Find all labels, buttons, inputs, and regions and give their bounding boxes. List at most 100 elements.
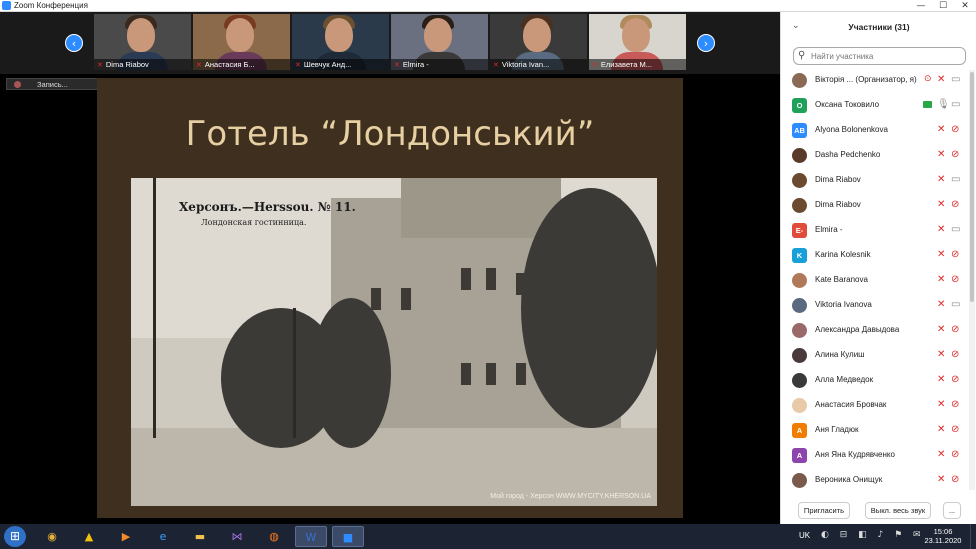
zoom-icon[interactable]: ■ bbox=[332, 526, 364, 547]
mic-muted-icon[interactable]: ✕ bbox=[937, 449, 945, 460]
chrome-icon[interactable]: ◉ bbox=[36, 526, 68, 547]
search-input[interactable] bbox=[811, 50, 961, 62]
invite-button[interactable]: Пригласить bbox=[798, 502, 850, 519]
video-off-icon[interactable]: ⊘ bbox=[951, 449, 959, 460]
mic-muted-icon[interactable]: ✕ bbox=[937, 274, 945, 285]
video-off-icon[interactable]: ⊘ bbox=[951, 399, 959, 410]
clock-date: 23.11.2020 bbox=[924, 536, 962, 545]
participant-row[interactable]: Dasha Pedchenko ✕ ⊘ bbox=[781, 143, 969, 168]
participant-row[interactable]: K Karina Kolesnik ✕ ⊘ bbox=[781, 243, 969, 268]
video-off-icon[interactable]: ⊘ bbox=[951, 349, 959, 360]
participant-row[interactable]: E- Elmira - ✕ ▭ bbox=[781, 218, 969, 243]
next-page-button[interactable]: › bbox=[697, 34, 715, 52]
video-off-icon[interactable]: ⊘ bbox=[951, 124, 959, 135]
media-player-icon[interactable]: ▶ bbox=[110, 526, 142, 547]
minimize-button[interactable]: — bbox=[910, 0, 932, 12]
drive-icon[interactable]: ▲ bbox=[73, 526, 105, 547]
participant-row[interactable]: Kate Baranova ✕ ⊘ bbox=[781, 268, 969, 293]
participant-row[interactable]: Алла Медведок ✕ ⊘ bbox=[781, 368, 969, 393]
participant-search[interactable]: ⚲ bbox=[793, 47, 966, 65]
mic-muted-icon[interactable]: ✕ bbox=[937, 149, 945, 160]
video-tile[interactable]: ✕ Elmira - bbox=[391, 14, 488, 70]
video-off-icon[interactable]: ⊘ bbox=[951, 149, 959, 160]
mic-muted-icon[interactable]: ✕ bbox=[937, 399, 945, 410]
participant-row[interactable]: О Оксана Токовило 🎙 ▭ bbox=[781, 93, 969, 118]
show-desktop-button[interactable] bbox=[970, 524, 976, 549]
internet-explorer-icon[interactable]: e bbox=[147, 526, 179, 547]
participant-row[interactable]: A Аня Яна Кудрявченко ✕ ⊘ bbox=[781, 443, 969, 468]
participant-row[interactable]: Dima Riabov ✕ ⊘ bbox=[781, 193, 969, 218]
participant-name: Аня Гладюк bbox=[815, 425, 859, 434]
more-button[interactable]: ... bbox=[943, 502, 961, 519]
mic-muted-icon[interactable]: ✕ bbox=[937, 474, 945, 485]
video-off-icon[interactable]: ⊘ bbox=[951, 424, 959, 435]
participant-row[interactable]: Viktoria Ivanova ✕ ▭ bbox=[781, 293, 969, 318]
mic-muted-icon[interactable]: ✕ bbox=[937, 174, 945, 185]
video-tile[interactable]: ✕ Dima Riabov bbox=[94, 14, 191, 70]
mic-muted-icon[interactable]: ✕ bbox=[937, 74, 945, 85]
video-off-icon[interactable]: ⊘ bbox=[951, 474, 959, 485]
video-on-icon[interactable]: ▭ bbox=[951, 299, 960, 310]
clock[interactable]: 15:06 23.11.2020 bbox=[923, 527, 963, 545]
mic-muted-icon[interactable]: ✕ bbox=[937, 424, 945, 435]
mic-muted-icon[interactable]: ✕ bbox=[937, 249, 945, 260]
tray-icons[interactable]: ◐ ⊟ ◧ ♪ ⚑ ✉ bbox=[821, 530, 925, 540]
close-button[interactable]: ✕ bbox=[954, 0, 976, 12]
mic-muted-icon[interactable]: ✕ bbox=[937, 124, 945, 135]
file-explorer-icon[interactable]: ▬ bbox=[184, 526, 216, 547]
mic-muted-icon: ✕ bbox=[493, 62, 499, 69]
windows-logo-icon[interactable]: ⊞ bbox=[4, 526, 26, 547]
video-on-icon[interactable]: ▭ bbox=[951, 74, 960, 85]
mute-all-button[interactable]: Выкл. весь звук bbox=[865, 502, 931, 519]
participant-row[interactable]: Алина Кулиш ✕ ⊘ bbox=[781, 343, 969, 368]
participant-row[interactable]: Александра Давыдова ✕ ⊘ bbox=[781, 318, 969, 343]
mic-on-icon[interactable]: 🎙 bbox=[937, 99, 950, 110]
prev-page-button[interactable]: ‹ bbox=[65, 34, 83, 52]
video-off-icon[interactable]: ⊘ bbox=[951, 199, 959, 210]
video-on-icon[interactable]: ▭ bbox=[951, 224, 960, 235]
participant-row[interactable]: Вероника Онищук ✕ ⊘ bbox=[781, 468, 969, 492]
participant-name: Alyona Bolonenkova bbox=[815, 125, 888, 134]
mic-muted-icon[interactable]: ✕ bbox=[937, 324, 945, 335]
video-off-icon[interactable]: ⊘ bbox=[951, 374, 959, 385]
window-titlebar: Zoom Конференция — ☐ ✕ bbox=[0, 0, 976, 12]
participant-row[interactable]: AB Alyona Bolonenkova ✕ ⊘ bbox=[781, 118, 969, 143]
mic-muted-icon[interactable]: ✕ bbox=[937, 224, 945, 235]
visual-studio-icon[interactable]: ⋈ bbox=[221, 526, 253, 547]
video-tile-label: ✕ Шевчук Анд... bbox=[292, 59, 389, 70]
video-tile-name: Elmira - bbox=[402, 60, 429, 69]
video-off-icon[interactable]: ⊘ bbox=[951, 324, 959, 335]
participant-name: Elmira - bbox=[815, 225, 843, 234]
video-tile-label: ✕ Анастасия Б... bbox=[193, 59, 290, 70]
participant-row[interactable]: Dima Riabov ✕ ▭ bbox=[781, 168, 969, 193]
mic-muted-icon[interactable]: ✕ bbox=[937, 299, 945, 310]
participant-row[interactable]: A Аня Гладюк ✕ ⊘ bbox=[781, 418, 969, 443]
word-icon[interactable]: W bbox=[295, 526, 327, 547]
participant-name: Karina Kolesnik bbox=[815, 250, 871, 259]
video-off-icon[interactable]: ⊘ bbox=[951, 249, 959, 260]
participant-row[interactable]: Вікторія ... (Организатор, я) ⊙ ✕ ▭ bbox=[781, 68, 969, 93]
video-tile[interactable]: ✕ Шевчук Анд... bbox=[292, 14, 389, 70]
scrollbar-thumb[interactable] bbox=[970, 72, 974, 302]
video-tile[interactable]: ✕ Елизавета М... bbox=[589, 14, 686, 70]
video-on-icon[interactable]: ▭ bbox=[951, 174, 960, 185]
video-tile-label: ✕ Елизавета М... bbox=[589, 59, 686, 70]
video-on-icon[interactable]: ▭ bbox=[951, 99, 960, 110]
video-tile[interactable]: ✕ Viktoria Ivan... bbox=[490, 14, 587, 70]
mic-muted-icon: ✕ bbox=[394, 62, 400, 69]
mic-muted-icon[interactable]: ✕ bbox=[937, 349, 945, 360]
mic-muted-icon[interactable]: ✕ bbox=[937, 374, 945, 385]
participant-row[interactable]: Анастасия Бровчак ✕ ⊘ bbox=[781, 393, 969, 418]
search-icon: ⚲ bbox=[798, 50, 806, 61]
participant-name: Алина Кулиш bbox=[815, 350, 865, 359]
firefox-icon[interactable]: ◍ bbox=[258, 526, 290, 547]
video-off-icon[interactable]: ⊘ bbox=[951, 274, 959, 285]
participants-scrollbar[interactable] bbox=[969, 70, 975, 490]
mic-muted-icon[interactable]: ✕ bbox=[937, 199, 945, 210]
participant-name: Viktoria Ivanova bbox=[815, 300, 872, 309]
participant-name: Алла Медведок bbox=[815, 375, 874, 384]
video-tile[interactable]: ✕ Анастасия Б... bbox=[193, 14, 290, 70]
maximize-button[interactable]: ☐ bbox=[932, 0, 954, 12]
recording-indicator[interactable]: Запись... bbox=[6, 78, 102, 90]
language-indicator[interactable]: UK bbox=[799, 531, 810, 540]
